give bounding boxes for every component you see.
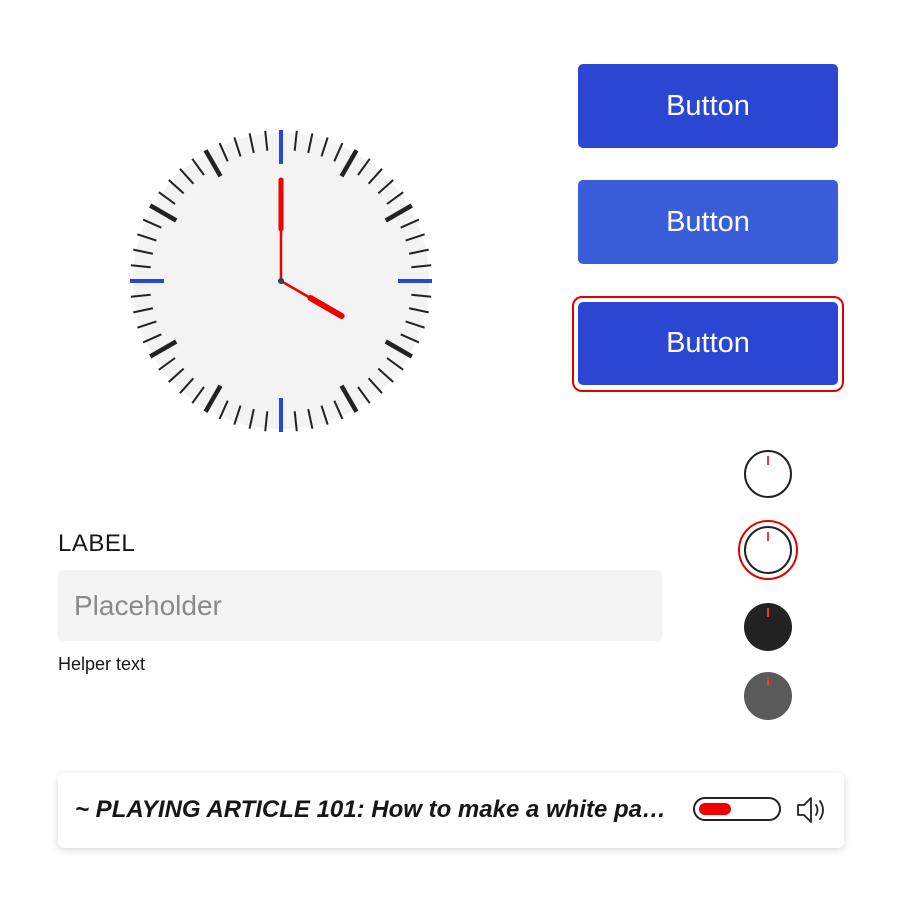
knob-indicator (767, 608, 769, 617)
rotary-knob-dark[interactable] (744, 603, 792, 651)
knob-indicator (767, 677, 769, 686)
primary-button-hover[interactable]: Button (578, 180, 838, 264)
component-showcase: Button Button Button LABEL Helper text ~… (0, 0, 924, 924)
now-playing-title: ~ PLAYING ARTICLE 101: How to make a whi… (75, 796, 675, 823)
speaker-volume-icon[interactable] (796, 795, 830, 825)
text-input[interactable] (58, 570, 662, 641)
audio-player-bar: ~ PLAYING ARTICLE 101: How to make a whi… (58, 773, 844, 848)
knob-indicator (767, 532, 769, 541)
text-field-helper: Helper text (58, 654, 146, 674)
text-field-label: LABEL (58, 530, 136, 557)
analog-clock (130, 130, 432, 432)
primary-button-focused[interactable]: Button (578, 302, 838, 385)
rotary-knob-disabled[interactable] (744, 672, 792, 720)
knob-indicator (767, 456, 769, 465)
primary-button[interactable]: Button (578, 64, 838, 148)
rotary-knob-focused[interactable] (744, 526, 792, 574)
playback-progress-fill (699, 803, 731, 815)
rotary-knob[interactable] (744, 450, 792, 498)
clock-center-pin (278, 278, 284, 284)
playback-progress-bar[interactable] (693, 797, 781, 821)
